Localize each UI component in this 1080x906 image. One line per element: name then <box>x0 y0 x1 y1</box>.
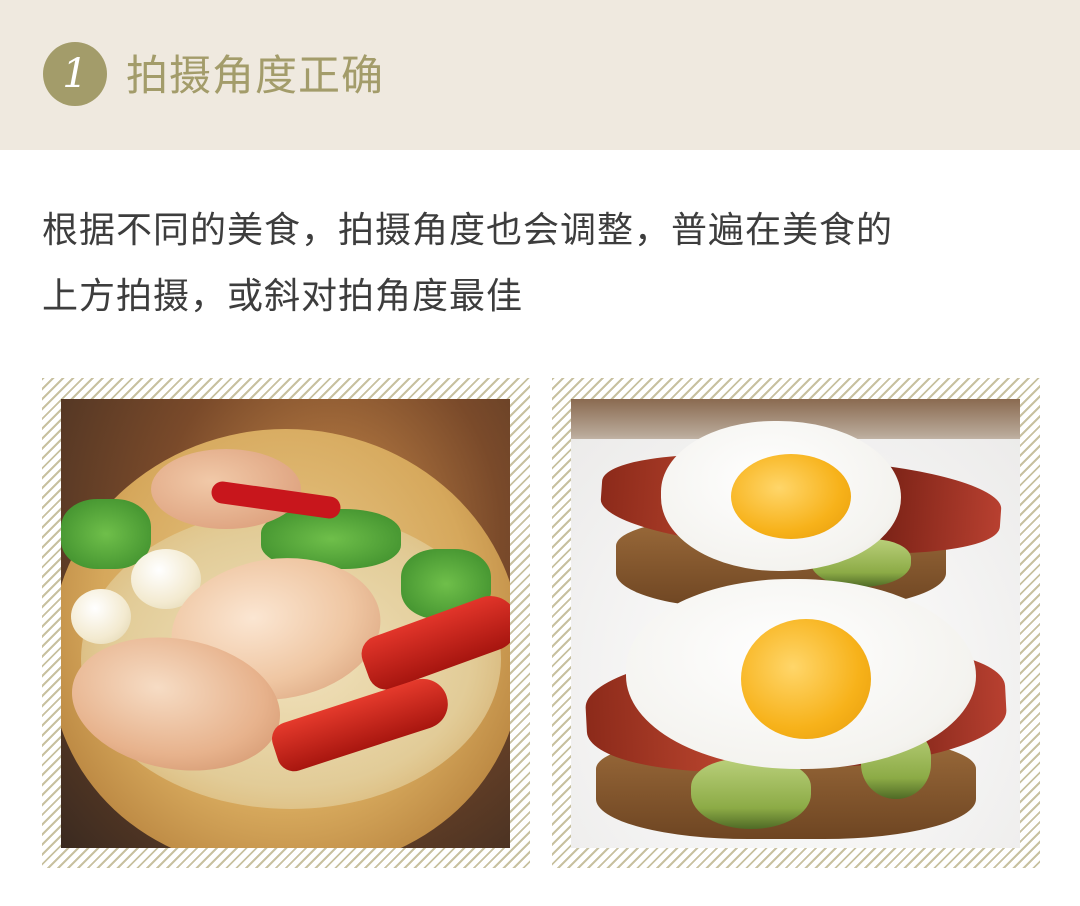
egg-toast-photo <box>571 399 1020 848</box>
description-line-1: 根据不同的美食，拍摄角度也会调整，普遍在美食的 <box>42 210 894 251</box>
description-text: 根据不同的美食，拍摄角度也会调整，普遍在美食的 上方拍摄，或斜对拍角度最佳 <box>42 198 1042 330</box>
header-band: 1 拍摄角度正确 <box>0 0 1080 150</box>
section-title: 拍摄角度正确 <box>126 51 385 100</box>
description-line-2: 上方拍摄，或斜对拍角度最佳 <box>42 276 524 317</box>
step-number-badge: 1 <box>43 42 107 106</box>
photo-frame-crab <box>42 378 530 868</box>
crab-dish-photo <box>61 399 510 848</box>
photo-frame-egg <box>552 378 1040 868</box>
